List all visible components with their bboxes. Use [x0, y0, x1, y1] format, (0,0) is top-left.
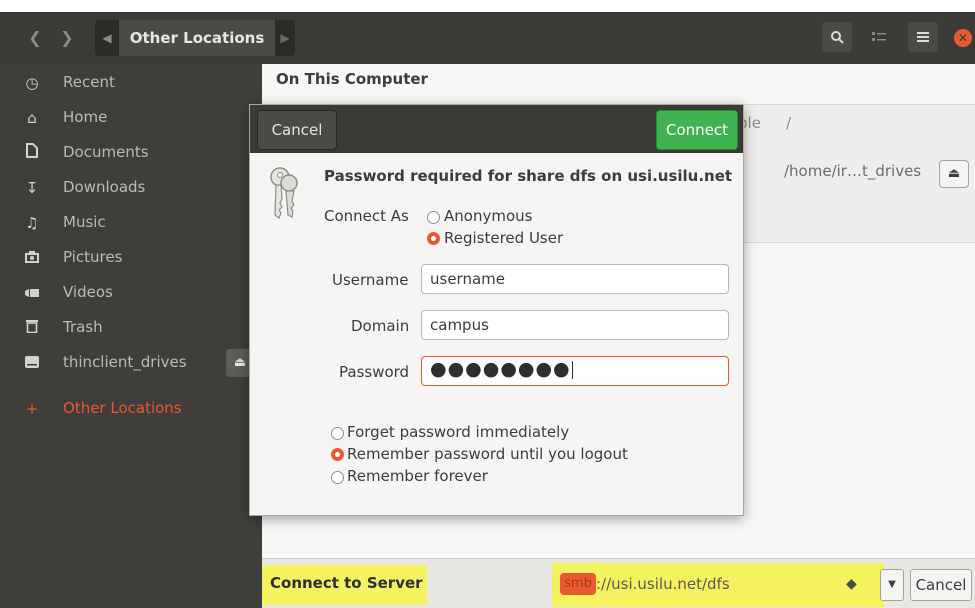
sidebar-item-videos[interactable]: Videos: [0, 276, 262, 310]
menu-button[interactable]: [908, 22, 938, 52]
domain-label: Domain: [351, 317, 410, 335]
forward-button[interactable]: ❯: [54, 25, 80, 51]
eject-icon: ⏏: [233, 355, 247, 370]
keys-icon: [270, 167, 298, 219]
sidebar-item-label: Downloads: [63, 178, 146, 196]
sidebar-item-label: Recent: [63, 73, 115, 91]
sidebar-item-label: Pictures: [63, 248, 123, 266]
radio-registered-user[interactable]: [427, 232, 440, 245]
connect-as-label: Connect As: [324, 207, 409, 225]
password-dialog: Cancel Connect Password required for sha…: [249, 104, 744, 516]
search-icon: [831, 31, 844, 44]
radio-remember-forever[interactable]: [331, 471, 344, 484]
domain-field[interactable]: campus: [421, 310, 729, 340]
sidebar-item-pictures[interactable]: Pictures: [0, 241, 262, 275]
document-icon: [22, 143, 42, 163]
cancel-button[interactable]: Cancel: [910, 569, 972, 601]
download-icon: ↧: [25, 179, 39, 197]
sidebar-item-label: Other Locations: [63, 399, 182, 417]
sidebar-item-recent[interactable]: ◷ Recent: [0, 66, 262, 100]
sidebar-item-label: Music: [63, 213, 106, 231]
radio-forget-immediately-label[interactable]: Forget password immediately: [347, 423, 569, 441]
chevron-right-icon: ❯: [60, 28, 74, 47]
radio-remember-forever-label[interactable]: Remember forever: [347, 467, 488, 485]
dialog-title: Password required for share dfs on usi.u…: [324, 167, 733, 185]
radio-anonymous[interactable]: [427, 211, 440, 224]
sidebar-item-home[interactable]: ⌂ Home: [0, 101, 262, 135]
connect-to-server-bar: Connect to Server smb ://usi.usilu.net/d…: [262, 558, 975, 608]
chevron-left-icon: ❮: [28, 28, 42, 47]
username-label: Username: [332, 271, 409, 289]
path-bar: ◀ Other Locations ▶: [95, 20, 295, 56]
chevron-down-icon: ▼: [888, 579, 896, 590]
dialog-header: Cancel Connect: [250, 105, 743, 153]
eject-icon: ⏏: [947, 166, 961, 181]
sidebar-item-label: thinclient_drives: [63, 353, 187, 371]
sidebar-item-documents[interactable]: Documents: [0, 136, 262, 170]
password-label: Password: [339, 363, 410, 381]
back-button[interactable]: ❮: [22, 25, 48, 51]
connect-to-server-label: Connect to Server: [270, 574, 423, 592]
close-button[interactable]: ✕: [954, 29, 972, 47]
menu-icon: [917, 32, 929, 42]
path-current-location[interactable]: Other Locations: [119, 20, 275, 56]
sidebar-item-label: Videos: [63, 283, 113, 301]
home-icon: ⌂: [27, 109, 37, 127]
caret-right-icon: ▶: [280, 31, 290, 45]
video-icon: [22, 283, 42, 303]
sidebar-item-music[interactable]: ♫ Music: [0, 206, 262, 240]
password-field[interactable]: ●●●●●●●●: [421, 356, 729, 386]
sidebar-item-trash[interactable]: Trash: [0, 311, 262, 345]
sidebar-item-label: Trash: [63, 318, 103, 336]
close-icon: ✕: [957, 31, 969, 45]
radio-remember-until-logout[interactable]: [331, 448, 344, 461]
music-icon: ♫: [25, 214, 39, 232]
trash-icon: [22, 318, 42, 338]
radio-anonymous-label[interactable]: Anonymous: [444, 207, 532, 225]
clock-icon: ◷: [25, 74, 39, 92]
radio-forget-immediately[interactable]: [331, 427, 344, 440]
location-eject-button[interactable]: ⏏: [939, 160, 969, 188]
dialog-cancel-button[interactable]: Cancel: [257, 110, 337, 150]
location-root-path: /: [786, 114, 792, 132]
drive-icon: [22, 353, 42, 373]
password-value: ●●●●●●●●: [430, 358, 573, 380]
caret-left-icon: ◀: [102, 31, 112, 45]
recent-servers-dropdown[interactable]: ▼: [880, 569, 904, 601]
username-value: username: [430, 270, 505, 288]
server-address-text: ://usi.usilu.net/dfs: [596, 575, 730, 593]
radio-remember-until-logout-label[interactable]: Remember password until you logout: [347, 445, 628, 463]
url-scheme-highlight: smb: [560, 573, 596, 595]
sidebar-item-label: Home: [63, 108, 108, 126]
sidebar-item-thinclient-drives[interactable]: thinclient_drives ⏏: [0, 346, 262, 380]
plus-icon: +: [25, 400, 39, 418]
search-button[interactable]: [822, 22, 852, 52]
section-title: On This Computer: [276, 70, 428, 88]
view-options-icon: [872, 32, 886, 41]
radio-registered-user-label[interactable]: Registered User: [444, 229, 563, 247]
domain-value: campus: [430, 316, 489, 334]
server-address-input[interactable]: smb ://usi.usilu.net/dfs ◆: [558, 567, 874, 601]
sidebar-item-other-locations[interactable]: + Other Locations: [0, 392, 262, 426]
username-field[interactable]: username: [421, 264, 729, 294]
view-options-button[interactable]: [864, 22, 894, 52]
sidebar-item-label: Documents: [63, 143, 149, 161]
dialog-connect-button[interactable]: Connect: [656, 110, 738, 150]
header-bar: ❮ ❯ ◀ Other Locations ▶ ✕: [0, 12, 975, 65]
camera-icon: [22, 248, 42, 268]
help-diamond-icon[interactable]: ◆: [846, 576, 857, 592]
sidebar-item-downloads[interactable]: ↧ Downloads: [0, 171, 262, 205]
path-scroll-left-button[interactable]: ◀: [95, 20, 120, 56]
path-scroll-right-button[interactable]: ▶: [275, 20, 295, 56]
sidebar: ◷ Recent ⌂ Home Documents ↧ Downloads ♫ …: [0, 64, 262, 608]
location-drive-path: /home/ir…t_drives: [784, 162, 922, 180]
